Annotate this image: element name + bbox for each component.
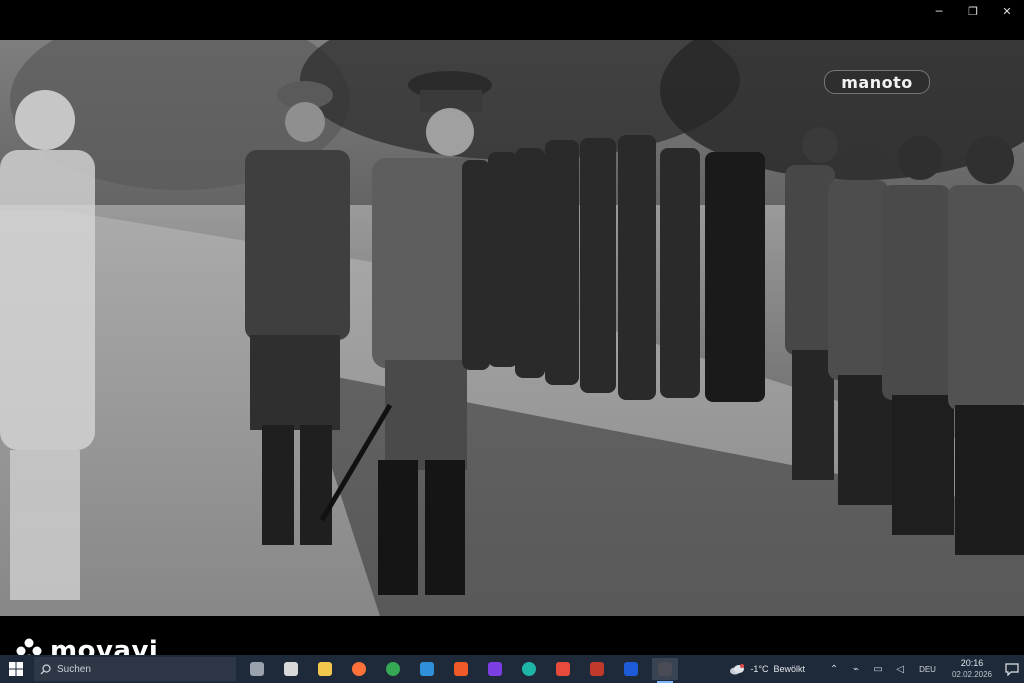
- system-tray: -1°C Bewölkt ⌃ ⌁ ▭ ◁ DEU 20:16 02.02.202…: [729, 655, 1024, 683]
- display-icon[interactable]: ▭: [870, 664, 886, 675]
- notification-center-button[interactable]: [1000, 662, 1024, 676]
- calendar-app-icon[interactable]: [278, 658, 304, 680]
- taskbar-search-box[interactable]: Suchen: [34, 657, 236, 681]
- file-explorer-icon[interactable]: [312, 658, 338, 680]
- window-titlebar: ─ ❐ ✕: [0, 0, 1024, 40]
- app-red-icon-glyph: [556, 662, 570, 676]
- app-orange-icon[interactable]: [448, 658, 474, 680]
- video-frame[interactable]: [0, 40, 1024, 616]
- app-blue-icon[interactable]: [618, 658, 644, 680]
- window-controls: ─ ❐ ✕: [922, 0, 1024, 22]
- weather-widget[interactable]: -1°C Bewölkt: [729, 663, 805, 675]
- chrome-icon-glyph: [386, 662, 400, 676]
- taskbar: Suchen -1°C Bewölkt ⌃ ⌁ ▭ ◁ DEU 20:16 02…: [0, 655, 1024, 683]
- speaker-icon[interactable]: ◁: [892, 664, 908, 675]
- movavi-player-icon-glyph: [658, 662, 672, 676]
- task-view-icon[interactable]: [244, 658, 270, 680]
- start-button[interactable]: [0, 655, 32, 683]
- windows-logo-icon: [9, 662, 23, 676]
- app-blue-icon-glyph: [624, 662, 638, 676]
- edge-icon[interactable]: [516, 658, 542, 680]
- edge-icon-glyph: [522, 662, 536, 676]
- app-orange-icon-glyph: [454, 662, 468, 676]
- search-placeholder: Suchen: [57, 663, 91, 675]
- restore-button[interactable]: ❐: [956, 0, 990, 22]
- channel-logo: manoto: [824, 70, 930, 94]
- taskbar-clock[interactable]: 20:16 02.02.2026: [952, 658, 992, 680]
- app-red-icon[interactable]: [550, 658, 576, 680]
- firefox-icon[interactable]: [346, 658, 372, 680]
- minimize-button[interactable]: ─: [922, 0, 956, 22]
- app-purple-icon-glyph: [488, 662, 502, 676]
- app-dark-red-icon[interactable]: [584, 658, 610, 680]
- notification-icon: [1005, 662, 1019, 676]
- pinned-apps: [236, 658, 678, 683]
- chrome-icon[interactable]: [380, 658, 406, 680]
- file-explorer-icon-glyph: [318, 662, 332, 676]
- clock-time: 20:16: [960, 658, 984, 668]
- weather-condition: Bewölkt: [773, 664, 806, 674]
- weather-temperature: -1°C: [750, 664, 769, 674]
- close-button[interactable]: ✕: [990, 0, 1024, 22]
- soldier-row: [462, 135, 765, 402]
- app-purple-icon[interactable]: [482, 658, 508, 680]
- firefox-icon-glyph: [352, 662, 366, 676]
- chevron-up-icon[interactable]: ⌃: [826, 664, 842, 675]
- cloud-icon: [730, 664, 745, 675]
- photos-app-icon[interactable]: [414, 658, 440, 680]
- network-icon[interactable]: ⌁: [848, 664, 864, 675]
- app-dark-red-icon-glyph: [590, 662, 604, 676]
- historical-photo: [0, 40, 1024, 616]
- movavi-player-icon[interactable]: [652, 658, 678, 683]
- photos-app-icon-glyph: [420, 662, 434, 676]
- input-language[interactable]: DEU: [919, 665, 936, 674]
- search-icon: [40, 663, 51, 674]
- clock-date: 02.02.2026: [951, 670, 992, 679]
- task-view-icon-glyph: [250, 662, 264, 676]
- calendar-app-icon-glyph: [284, 662, 298, 676]
